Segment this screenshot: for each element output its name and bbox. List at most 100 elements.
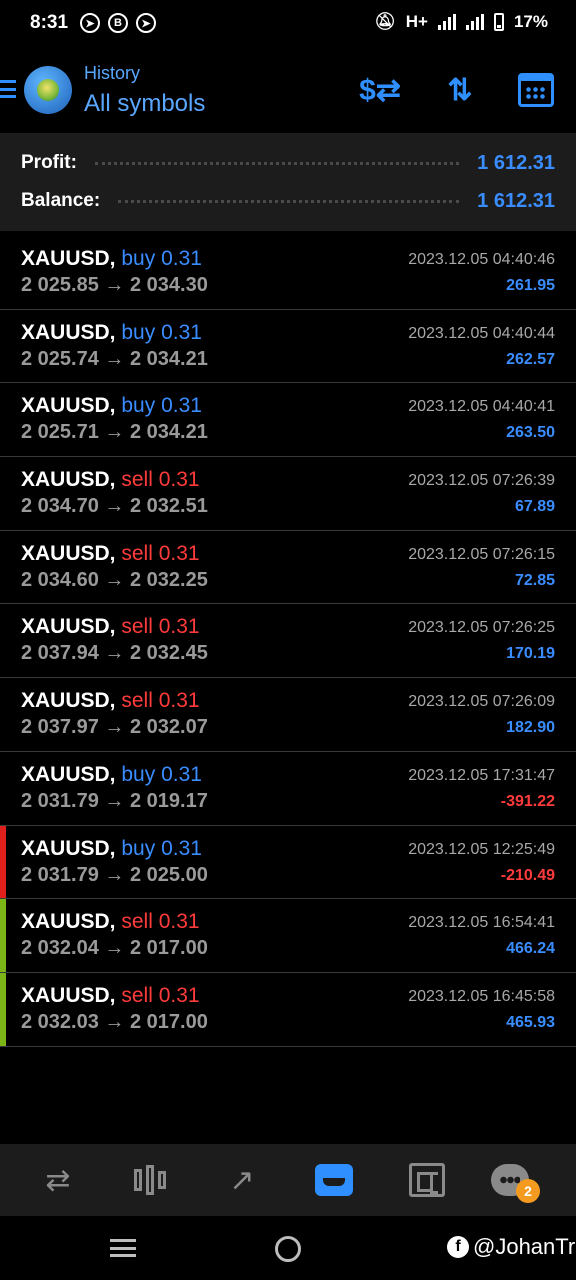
deal-volume: 0.31 <box>161 762 202 786</box>
calendar-icon[interactable] <box>516 70 556 110</box>
arrow-icon: → <box>104 568 125 591</box>
deal-title: XAUUSD, buy 0.31 <box>21 394 202 418</box>
deal-profit: 182.90 <box>506 719 555 737</box>
deal-row[interactable]: XAUUSD, sell 0.31 2 034.60 → 2 032.25 2023… <box>0 531 576 605</box>
deal-row[interactable]: XAUUSD, buy 0.31 2 025.74 → 2 034.21 2023.… <box>0 310 576 384</box>
deal-profit: -391.22 <box>500 792 555 810</box>
deal-symbol: XAUUSD, <box>21 394 116 418</box>
deal-prices: 2 032.03 → 2 017.00 <box>21 1011 208 1034</box>
recent-apps-icon[interactable] <box>110 1239 136 1257</box>
arrow-icon: → <box>104 716 125 739</box>
deal-prices: 2 025.74 → 2 034.21 <box>21 348 208 371</box>
status-time: 8:31 <box>30 12 69 33</box>
metatrader-logo-icon[interactable] <box>24 66 72 114</box>
deal-row[interactable]: XAUUSD, sell 0.31 2 032.03 → 2 017.00 2023… <box>0 972 576 1047</box>
deal-prices: 2 037.94 → 2 032.45 <box>21 642 208 665</box>
row-accent <box>0 899 6 972</box>
symbol-filter[interactable]: All symbols <box>84 90 205 118</box>
deal-volume: 0.31 <box>158 468 200 492</box>
open-price: 2 032.04 <box>21 937 99 960</box>
deal-title: XAUUSD, sell 0.31 <box>21 615 200 639</box>
close-price: 2 034.21 <box>129 421 208 444</box>
deal-prices: 2 037.97 → 2 032.07 <box>21 716 208 739</box>
deal-title: XAUUSD, buy 0.31 <box>21 837 202 861</box>
deal-row[interactable]: XAUUSD, sell 0.31 2 034.70 → 2 032.51 2023… <box>0 457 576 531</box>
profit-label: Profit: <box>21 152 77 173</box>
close-price: 2 032.45 <box>129 642 208 665</box>
arrow-icon: → <box>104 1010 125 1033</box>
status-bar: 8:31 ➤ B ➤ 🔕︎ H+ 17% <box>0 0 576 48</box>
quotes-icon[interactable]: ⇄ <box>36 1158 80 1202</box>
deal-volume: 0.31 <box>158 910 200 934</box>
deal-row[interactable]: XAUUSD, sell 0.31 2 037.94 → 2 032.45 2023… <box>0 604 576 679</box>
deal-symbol: XAUUSD, <box>21 615 116 639</box>
arrow-icon: → <box>104 274 125 296</box>
deal-row[interactable]: XAUUSD, buy 0.31 2 025.85 → 2 034.30 2023.… <box>0 236 576 310</box>
deal-time: 2023.12.05 04:40:41 <box>408 398 555 416</box>
dollar-swap-icon[interactable]: $⇄ <box>359 70 401 110</box>
chart-icon[interactable] <box>128 1158 172 1202</box>
deal-side: buy <box>121 836 156 860</box>
deal-time: 2023.12.05 04:40:44 <box>408 324 555 342</box>
system-indicators: 🔕︎ H+ 17% <box>374 12 548 32</box>
deal-volume: 0.31 <box>161 320 202 344</box>
deal-row[interactable]: XAUUSD, buy 0.31 2 031.79 → 2 019.17 2023.… <box>0 752 576 826</box>
chat-badge: 2 <box>516 1179 540 1203</box>
deal-volume: 0.31 <box>161 247 202 270</box>
deal-prices: 2 031.79 → 2 025.00 <box>21 864 208 887</box>
deal-row[interactable]: XAUUSD, buy 0.31 2 031.79 → 2 025.00 2023.… <box>0 825 576 900</box>
deal-row[interactable]: XAUUSD, sell 0.31 2 032.04 → 2 017.00 2023… <box>0 899 576 973</box>
close-price: 2 017.00 <box>129 1010 208 1033</box>
deal-side: sell <box>121 689 153 713</box>
signal-icon <box>465 14 484 30</box>
deal-volume: 0.31 <box>158 689 200 713</box>
deal-side: sell <box>121 615 153 639</box>
close-price: 2 017.00 <box>129 937 208 960</box>
deal-side: sell <box>121 541 153 565</box>
open-price: 2 025.74 <box>21 347 99 370</box>
deal-profit: 465.93 <box>506 1013 555 1031</box>
deal-title: XAUUSD, buy 0.31 <box>21 247 202 271</box>
sort-icon[interactable]: ⇅ <box>440 70 480 110</box>
deal-profit: 72.85 <box>514 571 555 589</box>
deal-symbol: XAUUSD, <box>21 247 116 270</box>
trade-icon[interactable]: ↗ <box>220 1158 264 1202</box>
news-icon[interactable] <box>405 1158 449 1202</box>
system-navigation: f @JohanTr <box>0 1216 576 1280</box>
deal-row[interactable]: XAUUSD, buy 0.31 2 025.71 → 2 034.21 2023.… <box>0 383 576 458</box>
open-price: 2 031.79 <box>21 863 99 886</box>
deal-side: sell <box>121 468 153 492</box>
close-price: 2 019.17 <box>129 789 208 812</box>
deal-time: 2023.12.05 07:26:09 <box>408 693 555 711</box>
open-price: 2 034.70 <box>21 495 99 518</box>
deal-symbol: XAUUSD, <box>21 541 116 565</box>
deal-row[interactable]: XAUUSD, sell 0.31 2 037.97 → 2 032.07 2023… <box>0 678 576 752</box>
deal-time: 2023.12.05 07:26:25 <box>408 619 555 637</box>
close-price: 2 034.30 <box>129 274 208 296</box>
open-price: 2 032.03 <box>21 1010 99 1033</box>
history-icon[interactable] <box>312 1158 356 1202</box>
deal-time: 2023.12.05 04:40:46 <box>408 251 555 268</box>
deal-volume: 0.31 <box>158 615 200 639</box>
battery-icon <box>493 13 504 31</box>
close-price: 2 032.25 <box>129 568 208 591</box>
deal-prices: 2 032.04 → 2 017.00 <box>21 937 208 960</box>
notification-icons: ➤ B ➤ <box>80 13 156 33</box>
menu-icon[interactable] <box>0 80 16 98</box>
close-price: 2 034.21 <box>129 347 208 370</box>
deal-profit: 261.95 <box>506 277 555 294</box>
arrow-icon: → <box>104 863 125 886</box>
signal-icon <box>437 14 456 30</box>
deal-symbol: XAUUSD, <box>21 689 116 713</box>
watermark-text: @JohanTr <box>473 1234 576 1259</box>
open-price: 2 037.94 <box>21 642 99 665</box>
deal-volume: 0.31 <box>161 836 202 860</box>
home-icon[interactable] <box>275 1236 301 1262</box>
close-price: 2 032.07 <box>129 716 208 739</box>
watermark: f @JohanTr <box>447 1234 575 1260</box>
deal-title: XAUUSD, buy 0.31 <box>21 321 202 345</box>
deal-time: 2023.12.05 12:25:49 <box>408 840 555 858</box>
deal-title: XAUUSD, buy 0.31 <box>21 763 202 787</box>
deal-prices: 2 025.71 → 2 034.21 <box>21 421 208 444</box>
deal-side: sell <box>121 910 153 934</box>
